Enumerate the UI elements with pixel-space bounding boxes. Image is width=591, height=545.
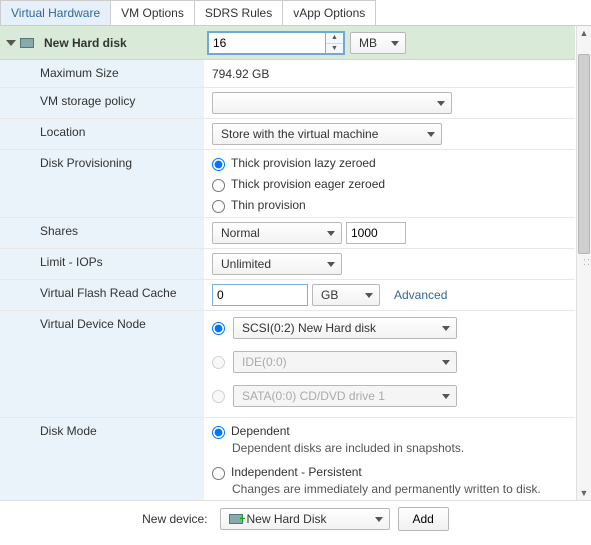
node-option-sata: SATA(0:0) CD/DVD drive 1 [212, 385, 457, 407]
flash-advanced-link[interactable]: Advanced [394, 288, 447, 302]
hard-disk-icon [20, 38, 34, 48]
size-input-group: ▲▼ [208, 32, 344, 54]
row-location: Location Store with the virtual machine [0, 119, 575, 150]
row-flash-cache: Virtual Flash Read Cache GB Advanced [0, 280, 575, 311]
size-spinner[interactable]: ▲▼ [326, 32, 344, 54]
row-disk-mode: Disk Mode Dependent Dependent disks are … [0, 418, 575, 500]
storage-policy-select[interactable] [212, 92, 452, 114]
scroll-up-icon[interactable]: ▲ [577, 26, 591, 40]
footer-bar: New device: New Hard Disk Add [0, 501, 591, 539]
tab-vapp-options[interactable]: vApp Options [282, 0, 376, 25]
shares-select[interactable]: Normal [212, 222, 342, 244]
flash-cache-unit-select[interactable]: GB [312, 284, 380, 306]
add-button[interactable]: Add [398, 507, 449, 531]
row-storage-policy: VM storage policy [0, 88, 575, 119]
location-select[interactable]: Store with the virtual machine [212, 123, 442, 145]
label-max-size: Maximum Size [0, 60, 204, 87]
tab-vm-options[interactable]: VM Options [110, 0, 195, 25]
tab-virtual-hardware[interactable]: Virtual Hardware [0, 0, 111, 25]
provisioning-option-2[interactable]: Thick provision eager zeroed [212, 177, 385, 192]
node-option-ide: IDE(0:0) [212, 351, 457, 373]
limit-iops-select[interactable]: Unlimited [212, 253, 342, 275]
shares-value-input[interactable] [346, 222, 406, 244]
label-flash-cache: Virtual Flash Read Cache [0, 280, 204, 310]
node-option-scsi[interactable]: SCSI(0:2) New Hard disk [212, 317, 457, 339]
label-shares: Shares [0, 218, 204, 248]
label-storage-policy: VM storage policy [0, 88, 204, 118]
label-limit-iops: Limit - IOPs [0, 249, 204, 279]
size-unit-select[interactable]: MB [350, 32, 406, 54]
settings-panel: New Hard disk ▲▼ MB Maximum Size 794.92 … [0, 26, 591, 501]
device-header[interactable]: New Hard disk ▲▼ MB [0, 26, 575, 60]
new-hard-disk-icon [229, 514, 243, 524]
expand-icon[interactable] [6, 40, 16, 46]
row-shares: Shares Normal [0, 218, 575, 249]
scroll-down-icon[interactable]: ▼ [577, 486, 591, 500]
label-disk-provisioning: Disk Provisioning [0, 150, 204, 217]
disk-mode-option-independent-persistent[interactable]: Independent - Persistent Changes are imm… [212, 465, 567, 500]
provisioning-option-1[interactable]: Thick provision lazy zeroed [212, 156, 376, 171]
row-max-size: Maximum Size 794.92 GB [0, 60, 575, 88]
value-max-size: 794.92 GB [212, 67, 269, 81]
size-input[interactable] [208, 32, 326, 54]
row-limit-iops: Limit - IOPs Unlimited [0, 249, 575, 280]
label-location: Location [0, 119, 204, 149]
disk-mode-option-dependent[interactable]: Dependent Dependent disks are included i… [212, 424, 567, 455]
label-virtual-device-node: Virtual Device Node [0, 311, 204, 417]
tab-bar: Virtual Hardware VM Options SDRS Rules v… [0, 0, 591, 26]
scroll-thumb[interactable] [578, 54, 590, 254]
footer-label: New device: [142, 512, 207, 526]
vertical-scrollbar[interactable]: ▲ ▼ :: [576, 26, 591, 500]
flash-cache-input[interactable] [212, 284, 308, 306]
label-disk-mode: Disk Mode [0, 418, 204, 500]
provisioning-option-3[interactable]: Thin provision [212, 198, 306, 213]
row-virtual-device-node: Virtual Device Node SCSI(0:2) New Hard d… [0, 311, 575, 418]
new-device-select[interactable]: New Hard Disk [220, 508, 390, 530]
row-disk-provisioning: Disk Provisioning Thick provision lazy z… [0, 150, 575, 218]
device-title: New Hard disk [44, 36, 127, 50]
resize-handle-icon[interactable]: :: [582, 258, 591, 267]
tab-sdrs-rules[interactable]: SDRS Rules [194, 0, 283, 25]
